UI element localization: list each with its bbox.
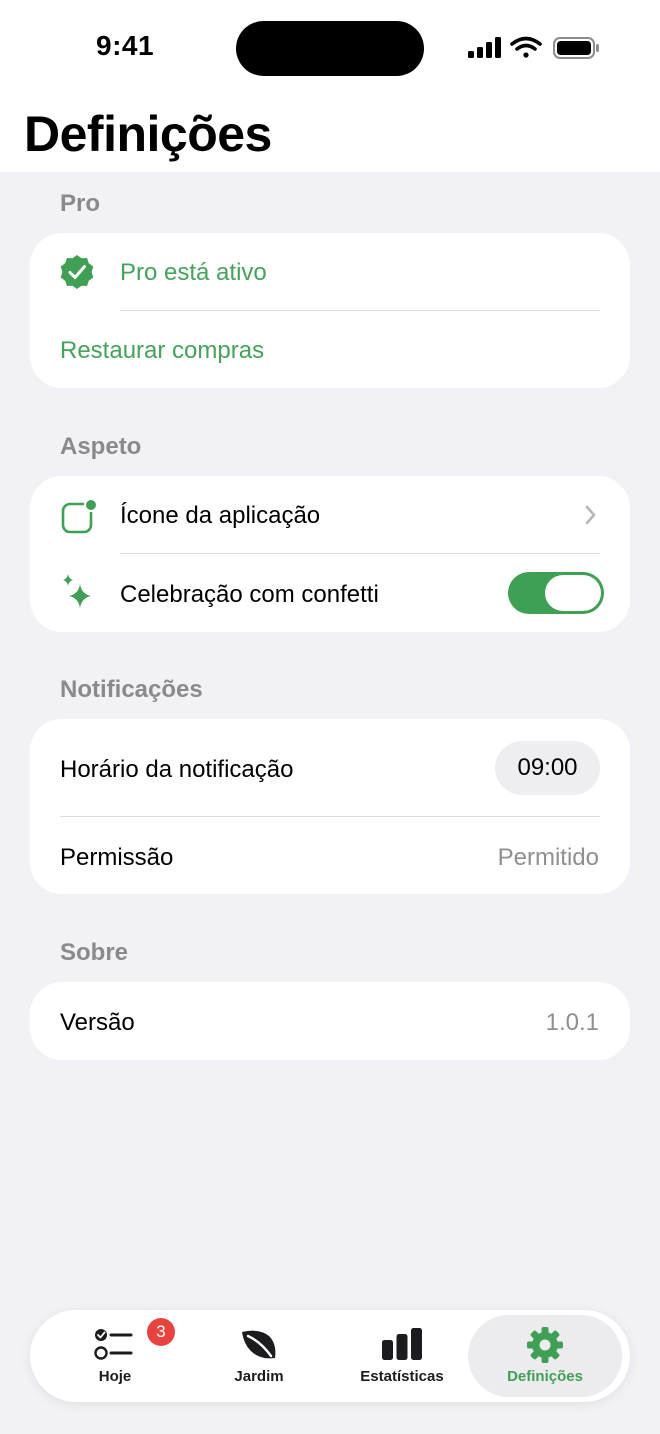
gear-icon: [527, 1327, 563, 1363]
section-label-pro: Pro: [60, 190, 101, 217]
notification-time-label: Horário da notificação: [60, 756, 294, 783]
restore-purchases-label: Restaurar compras: [60, 337, 265, 364]
tab-today-label: Hoje: [98, 1368, 132, 1385]
pro-card: Pro está ativo Restaurar compras: [30, 233, 630, 388]
wifi-icon: [510, 36, 542, 58]
appearance-card: Ícone da aplicação Celebração com confet…: [30, 476, 630, 632]
tab-bar: 3 Hoje Jardim Estatísticas Definições: [30, 1310, 630, 1402]
app-icon-icon: [61, 498, 98, 534]
tab-settings[interactable]: Definições: [468, 1315, 622, 1397]
chevron-right-icon: [585, 505, 596, 525]
tab-settings-label: Definições: [507, 1368, 583, 1385]
permission-label: Permissão: [60, 844, 174, 871]
checklist-icon: [94, 1329, 133, 1360]
dynamic-island: [236, 21, 424, 76]
notification-time-picker[interactable]: 09:00: [495, 741, 600, 795]
confetti-label: Celebração com confetti: [120, 581, 379, 608]
confetti-toggle[interactable]: [508, 572, 604, 614]
section-label-about: Sobre: [60, 939, 129, 966]
about-card: Versão 1.0.1: [30, 982, 630, 1060]
permission-value: Permitido: [497, 844, 599, 871]
version-label: Versão: [60, 1009, 135, 1036]
header: 9:41 Definições: [0, 0, 660, 172]
app-icon-label: Ícone da aplicação: [120, 502, 321, 529]
battery-icon: [553, 37, 599, 59]
page-title: Definições: [24, 106, 272, 162]
tab-today[interactable]: 3 Hoje: [44, 1310, 186, 1402]
status-icons: [468, 36, 599, 59]
pro-status-text: Pro está ativo: [120, 259, 267, 286]
today-badge: 3: [147, 1318, 175, 1346]
tab-garden-label: Jardim: [234, 1368, 284, 1385]
status-time: 9:41: [96, 30, 155, 61]
verified-badge-icon: [60, 255, 94, 289]
toggle-knob: [545, 575, 601, 611]
notifications-card: Horário da notificação 09:00 Permissão P…: [30, 719, 630, 894]
notification-time-row: Horário da notificação 09:00: [30, 719, 630, 816]
version-value: 1.0.1: [545, 1009, 599, 1036]
section-label-appearance: Aspeto: [60, 433, 142, 460]
version-row: Versão 1.0.1: [30, 982, 630, 1060]
permission-row[interactable]: Permissão Permitido: [30, 817, 630, 894]
app-icon-row[interactable]: Ícone da aplicação: [30, 476, 630, 553]
bar-chart-icon: [382, 1328, 422, 1360]
sparkles-icon: [63, 574, 91, 608]
pro-status-row: Pro está ativo: [30, 233, 630, 310]
cellular-signal-icon: [468, 37, 501, 58]
tab-stats-label: Estatísticas: [360, 1368, 444, 1385]
leaf-icon: [242, 1330, 276, 1359]
restore-purchases-button[interactable]: Restaurar compras: [30, 311, 630, 388]
tab-garden[interactable]: Jardim: [188, 1310, 330, 1402]
section-label-notifications: Notificações: [60, 676, 203, 703]
tab-stats[interactable]: Estatísticas: [330, 1310, 474, 1402]
